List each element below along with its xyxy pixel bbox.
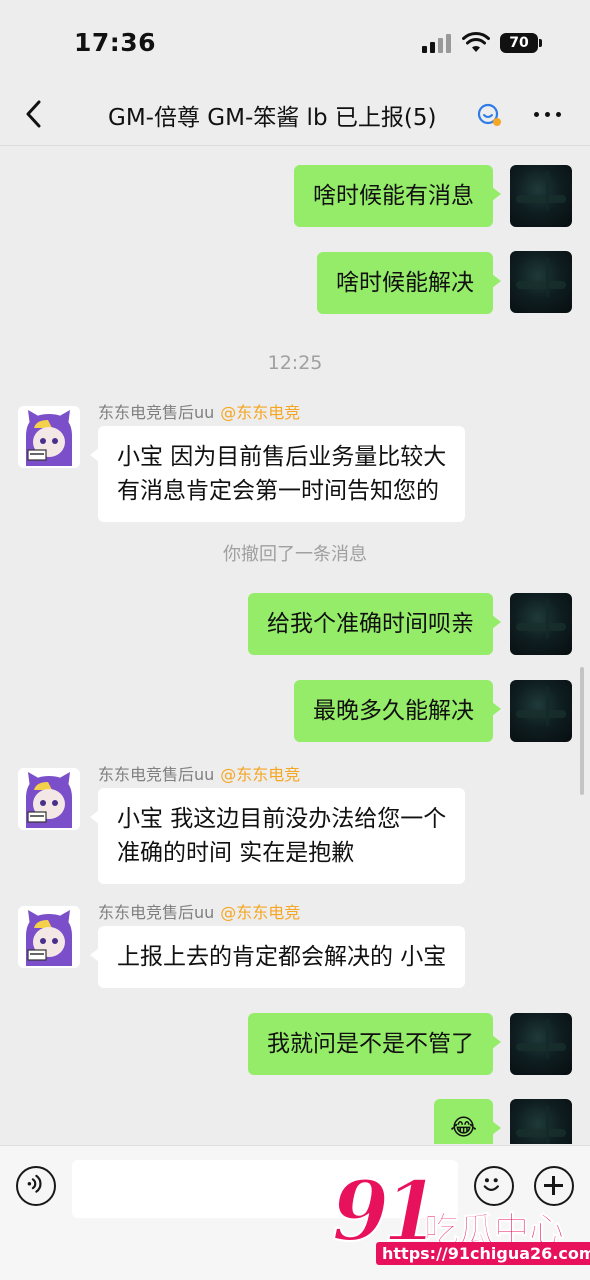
- sender-tag: @东东电竞: [220, 765, 301, 784]
- status-bar: 17:36 70: [0, 0, 590, 84]
- sender-nickname: 东东电竞售后uu: [98, 403, 215, 422]
- sender-tag: @东东电竞: [220, 403, 301, 422]
- cat-mascot-icon: [18, 406, 80, 468]
- sender-nickname: 东东电竞售后uu: [98, 765, 215, 784]
- message-line: 准确的时间 实在是抱歉: [117, 840, 355, 866]
- message-bubble-incoming[interactable]: 小宝 因为目前售后业务量比较大 有消息肯定会第一时间告知您的: [89, 426, 466, 522]
- battery-icon: 70: [500, 33, 542, 53]
- message-line: 上报上去的肯定都会解决的 小宝: [117, 944, 447, 970]
- message-bubble-incoming[interactable]: 上报上去的肯定都会解决的 小宝: [89, 926, 466, 988]
- recall-notice: 你撤回了一条消息: [223, 544, 367, 565]
- my-avatar[interactable]: [510, 165, 572, 227]
- sender-name: 东东电竞售后uu @东东电竞: [98, 761, 300, 785]
- cellular-signal-icon: [422, 33, 452, 53]
- chevron-left-icon[interactable]: [22, 98, 46, 130]
- sender-nickname: 东东电竞售后uu: [98, 903, 215, 922]
- message-line: 有消息肯定会第一时间告知您的: [117, 478, 439, 504]
- chat-title: GM-倍尊 GM-笨酱 lb 已上报(5): [108, 105, 437, 131]
- watermark-url: https://91chigua26.com: [376, 1242, 590, 1265]
- message-timestamp: 12:25: [267, 352, 323, 374]
- voice-icon[interactable]: [16, 1166, 56, 1206]
- watermark: 91 吃瓜中心 https://91chigua26.com: [331, 1163, 590, 1274]
- agent-avatar[interactable]: [18, 906, 80, 968]
- message-bubble-outgoing[interactable]: 给我个准确时间呗亲: [248, 593, 501, 655]
- wifi-icon: [462, 31, 490, 52]
- my-avatar[interactable]: [510, 593, 572, 655]
- agent-avatar[interactable]: [18, 406, 80, 468]
- message-list[interactable]: 啥时候能有消息 啥时候能解决 12:25 东东电竞售后uu @东东电竞 小宝 因为…: [0, 147, 590, 1144]
- message-bubble-outgoing[interactable]: 😂: [434, 1099, 501, 1144]
- message-line: 小宝 我这边目前没办法给您一个: [117, 806, 447, 832]
- chat-header: GM-倍尊 GM-笨酱 lb 已上报(5): [0, 84, 590, 146]
- message-line: 小宝 因为目前售后业务量比较大: [117, 444, 447, 470]
- sender-name: 东东电竞售后uu @东东电竞: [98, 899, 300, 923]
- sender-name: 东东电竞售后uu @东东电竞: [98, 399, 300, 423]
- more-dots-icon[interactable]: [532, 98, 564, 130]
- my-avatar[interactable]: [510, 1013, 572, 1075]
- my-avatar[interactable]: [510, 251, 572, 313]
- message-bubble-outgoing[interactable]: 我就问是不是不管了: [248, 1013, 501, 1075]
- message-bubble-outgoing[interactable]: 最晚多久能解决: [294, 680, 501, 742]
- group-chat-badge-icon: [477, 103, 501, 126]
- my-avatar[interactable]: [510, 680, 572, 742]
- cat-mascot-icon: [18, 906, 80, 968]
- scrollbar[interactable]: [580, 667, 584, 795]
- status-time: 17:36: [74, 28, 157, 57]
- message-bubble-outgoing[interactable]: 啥时候能有消息: [294, 165, 501, 227]
- message-bubble-outgoing[interactable]: 啥时候能解决: [317, 252, 501, 314]
- my-avatar[interactable]: [510, 1099, 572, 1144]
- sender-tag: @东东电竞: [220, 903, 301, 922]
- agent-avatar[interactable]: [18, 768, 80, 830]
- cat-mascot-icon: [18, 768, 80, 830]
- message-bubble-incoming[interactable]: 小宝 我这边目前没办法给您一个 准确的时间 实在是抱歉: [89, 788, 466, 884]
